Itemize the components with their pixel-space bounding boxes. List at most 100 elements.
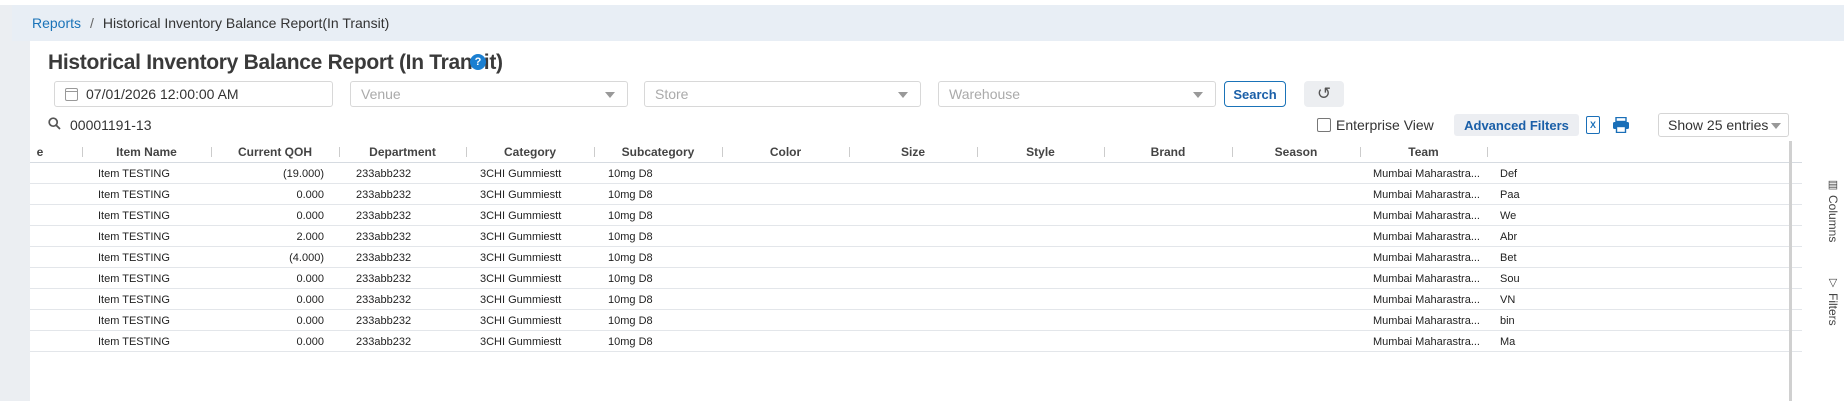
table-cell-dept: 233abb232: [356, 314, 412, 327]
table-cell-qoh: (19.000): [283, 167, 324, 180]
chevron-down-icon: [1771, 123, 1781, 129]
column-header[interactable]: Season: [1232, 141, 1360, 163]
table-cell-item: Item TESTING: [98, 188, 170, 201]
entries-per-page-select[interactable]: Show 25 entries: [1658, 113, 1789, 137]
column-header[interactable]: Size: [849, 141, 977, 163]
table-cell-item: Item TESTING: [98, 230, 170, 243]
search-icon: [48, 117, 61, 130]
table-cell-extra: Sou: [1500, 272, 1520, 285]
table-cell-extra: We: [1500, 209, 1517, 222]
columns-side-tab[interactable]: ▤ Columns: [1822, 178, 1844, 242]
table-cell-team: Mumbai Maharastra...: [1373, 272, 1480, 285]
table-row[interactable]: Item TESTING 0.000 233abb232 3CHI Gummiestt…: [30, 310, 1802, 331]
print-icon[interactable]: [1612, 117, 1630, 133]
columns-icon: ▤: [1827, 179, 1839, 191]
warehouse-select[interactable]: Warehouse: [938, 81, 1216, 107]
table-cell-extra: VN: [1500, 293, 1516, 306]
table-row[interactable]: Item TESTING 0.000 233abb232 3CHI Gummiestt…: [30, 184, 1802, 205]
date-picker-field[interactable]: 07/01/2026 12:00:00 AM: [54, 81, 333, 107]
venue-select[interactable]: Venue: [350, 81, 628, 107]
enterprise-view-label: Enterprise View: [1336, 117, 1434, 133]
table-cell-extra: Ma: [1500, 335, 1516, 348]
table-cell-cat: 3CHI Gummiestt: [480, 314, 562, 327]
store-placeholder: Store: [655, 86, 689, 102]
breadcrumb-separator: /: [90, 15, 94, 31]
filters-tab-label: Filters: [1826, 293, 1840, 326]
column-header[interactable]: Color: [722, 141, 849, 163]
store-select[interactable]: Store: [644, 81, 921, 107]
table-cell-qoh: 0.000: [296, 314, 324, 327]
column-header[interactable]: Brand: [1104, 141, 1232, 163]
table-cell-dept: 233abb232: [356, 335, 412, 348]
table-search-input[interactable]: 00001191-13: [70, 117, 151, 133]
enterprise-view-checkbox[interactable]: [1317, 118, 1331, 132]
vertical-scrollbar[interactable]: [1789, 141, 1792, 401]
table-cell-qoh: 0.000: [296, 188, 324, 201]
table-cell-item: Item TESTING: [98, 272, 170, 285]
date-value: 07/01/2026 12:00:00 AM: [86, 86, 239, 102]
table-cell-team: Mumbai Maharastra...: [1373, 167, 1480, 180]
excel-export-icon[interactable]: X: [1586, 116, 1600, 134]
report-panel: Historical Inventory Balance Report (In …: [30, 41, 1844, 401]
advanced-filters-button[interactable]: Advanced Filters: [1454, 114, 1579, 136]
venue-placeholder: Venue: [361, 86, 401, 102]
column-header[interactable]: Team: [1360, 141, 1487, 163]
column-header[interactable]: Subcategory: [594, 141, 722, 163]
table-cell-item: Item TESTING: [98, 209, 170, 222]
table-cell-cat: 3CHI Gummiestt: [480, 335, 562, 348]
table-cell-team: Mumbai Maharastra...: [1373, 230, 1480, 243]
table-cell-dept: 233abb232: [356, 188, 412, 201]
table-cell-cat: 3CHI Gummiestt: [480, 293, 562, 306]
breadcrumb: Reports / Historical Inventory Balance R…: [12, 5, 1844, 41]
calendar-icon: [65, 87, 78, 101]
table-row[interactable]: Item TESTING 0.000 233abb232 3CHI Gummiestt…: [30, 205, 1802, 226]
column-resizer[interactable]: [1487, 147, 1488, 157]
table-cell-qoh: 2.000: [296, 230, 324, 243]
table-row[interactable]: Item TESTING 0.000 233abb232 3CHI Gummiestt…: [30, 289, 1802, 310]
table-cell-dept: 233abb232: [356, 230, 412, 243]
table-cell-qoh: 0.000: [296, 209, 324, 222]
warehouse-placeholder: Warehouse: [949, 86, 1021, 102]
table-cell-dept: 233abb232: [356, 251, 412, 264]
column-header[interactable]: Current QOH: [211, 141, 339, 163]
table-cell-dept: 233abb232: [356, 293, 412, 306]
column-header[interactable]: Department: [339, 141, 466, 163]
table-cell-dept: 233abb232: [356, 272, 412, 285]
table-cell-sub: 10mg D8: [608, 188, 653, 201]
table-row[interactable]: Item TESTING 2.000 233abb232 3CHI Gummiestt…: [30, 226, 1802, 247]
table-cell-item: Item TESTING: [98, 251, 170, 264]
table-header: e Item Name Current QOH Department Categ…: [30, 141, 1802, 163]
table-cell-item: Item TESTING: [98, 293, 170, 306]
data-grid: e Item Name Current QOH Department Categ…: [30, 141, 1802, 401]
table-cell-extra: Paa: [1500, 188, 1520, 201]
search-button[interactable]: Search: [1224, 81, 1286, 107]
column-header[interactable]: e: [30, 141, 60, 163]
table-cell-team: Mumbai Maharastra...: [1373, 188, 1480, 201]
help-icon[interactable]: ?: [470, 54, 486, 70]
table-row[interactable]: Item TESTING (19.000) 233abb232 3CHI Gummie…: [30, 163, 1802, 184]
table-cell-sub: 10mg D8: [608, 209, 653, 222]
column-header[interactable]: Item Name: [82, 141, 211, 163]
filter-icon: ▽: [1828, 277, 1838, 289]
table-cell-sub: 10mg D8: [608, 272, 653, 285]
table-cell-sub: 10mg D8: [608, 230, 653, 243]
table-cell-sub: 10mg D8: [608, 335, 653, 348]
column-header[interactable]: Category: [466, 141, 594, 163]
breadcrumb-current: Historical Inventory Balance Report(In T…: [102, 15, 390, 31]
table-row[interactable]: Item TESTING (4.000) 233abb232 3CHI Gummies…: [30, 247, 1802, 268]
column-header[interactable]: Style: [977, 141, 1104, 163]
table-cell-dept: 233abb232: [356, 167, 412, 180]
table-cell-item: Item TESTING: [98, 335, 170, 348]
table-cell-dept: 233abb232: [356, 209, 412, 222]
breadcrumb-reports-link[interactable]: Reports: [32, 15, 81, 31]
table-cell-sub: 10mg D8: [608, 314, 653, 327]
filters-side-tab[interactable]: ▽ Filters: [1822, 276, 1844, 326]
table-cell-team: Mumbai Maharastra...: [1373, 293, 1480, 306]
table-cell-team: Mumbai Maharastra...: [1373, 335, 1480, 348]
table-cell-cat: 3CHI Gummiestt: [480, 188, 562, 201]
table-cell-sub: 10mg D8: [608, 167, 653, 180]
table-row[interactable]: Item TESTING 0.000 233abb232 3CHI Gummiestt…: [30, 331, 1802, 352]
reset-button[interactable]: ↺: [1304, 81, 1344, 107]
table-row[interactable]: Item TESTING 0.000 233abb232 3CHI Gummiestt…: [30, 268, 1802, 289]
table-cell-qoh: (4.000): [289, 251, 324, 264]
